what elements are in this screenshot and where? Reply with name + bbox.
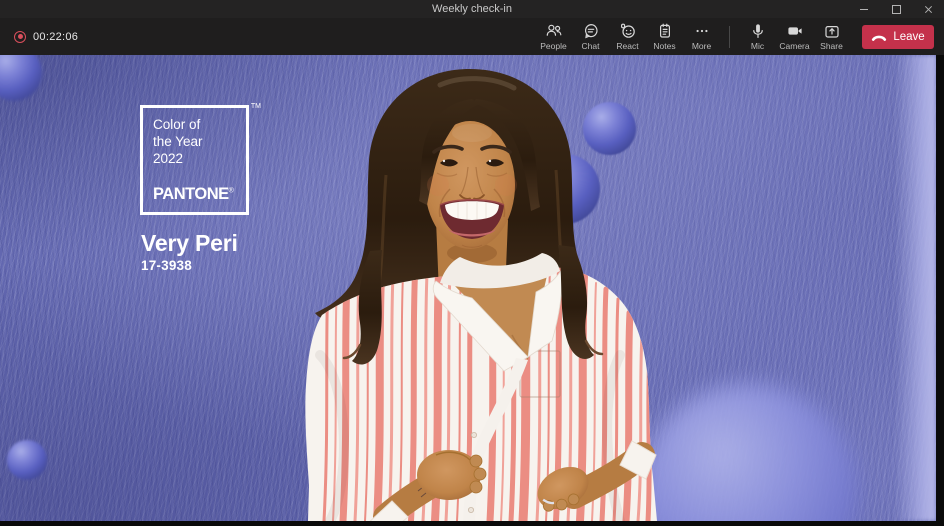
leave-button[interactable]: Leave	[862, 24, 934, 49]
decor-sphere	[638, 383, 858, 521]
maximize-icon	[891, 4, 901, 14]
pantone-overlay: TM Color of the Year 2022 PANTONE® Very …	[140, 103, 261, 273]
notes-icon	[659, 23, 670, 38]
pantone-box: TM Color of the Year 2022 PANTONE®	[140, 103, 261, 215]
minimize-button[interactable]	[848, 0, 880, 18]
record-icon	[14, 30, 26, 43]
title-bar: Weekly check-in	[0, 0, 944, 18]
minimize-icon	[860, 8, 868, 10]
mic-button[interactable]: Mic	[739, 20, 776, 54]
window-title: Weekly check-in	[432, 3, 512, 15]
share-icon	[824, 25, 839, 38]
teams-meeting-window: Weekly check-in 00:22:06 People Chat Rea…	[0, 0, 944, 526]
react-button[interactable]: React	[609, 20, 646, 54]
people-icon	[546, 24, 561, 36]
share-label: Share	[820, 41, 843, 51]
color-name: Very Peri	[141, 230, 238, 256]
maximize-button[interactable]	[880, 0, 912, 18]
mic-label: Mic	[750, 41, 765, 51]
presenter-video	[305, 69, 657, 521]
camera-button[interactable]: Camera	[776, 20, 813, 54]
more-icon	[696, 29, 707, 33]
notes-label: Notes	[653, 41, 676, 51]
react-label: React	[616, 41, 639, 51]
leave-label: Leave	[893, 30, 925, 43]
react-icon	[620, 23, 635, 38]
share-button[interactable]: Share	[813, 20, 850, 54]
close-icon	[924, 5, 933, 14]
chat-label: Chat	[581, 41, 600, 51]
pantone-line3: 2022	[153, 151, 184, 166]
camera-icon	[787, 27, 802, 35]
window-controls	[848, 0, 944, 18]
color-code: 17-3938	[141, 258, 192, 273]
people-button[interactable]: People	[535, 20, 572, 54]
camera-label: Camera	[779, 41, 810, 51]
close-button[interactable]	[912, 0, 944, 18]
more-label: More	[691, 41, 712, 51]
people-label: People	[540, 41, 567, 51]
chat-icon	[584, 23, 598, 39]
pantone-line2: the Year	[153, 134, 203, 149]
recording-indicator: 00:22:06	[14, 30, 79, 43]
recording-timer: 00:22:06	[33, 30, 79, 43]
mic-icon	[752, 24, 763, 38]
pantone-brand: PANTONE®	[153, 185, 234, 203]
video-stage[interactable]: TM Color of the Year 2022 PANTONE® Very …	[0, 55, 936, 521]
decor-sphere	[7, 440, 47, 480]
toolbar-separator	[729, 25, 730, 48]
decor-sphere	[0, 55, 42, 101]
chat-button[interactable]: Chat	[572, 20, 609, 54]
more-button[interactable]: More	[683, 20, 720, 54]
meeting-toolbar: 00:22:06 People Chat React Notes More Mi…	[0, 18, 944, 55]
notes-button[interactable]: Notes	[646, 20, 683, 54]
pantone-line1: Color of	[153, 117, 201, 132]
registered-symbol: ®	[228, 187, 234, 195]
trademark-symbol: TM	[250, 103, 261, 110]
background-light-band	[894, 55, 936, 521]
hangup-icon	[872, 35, 887, 41]
